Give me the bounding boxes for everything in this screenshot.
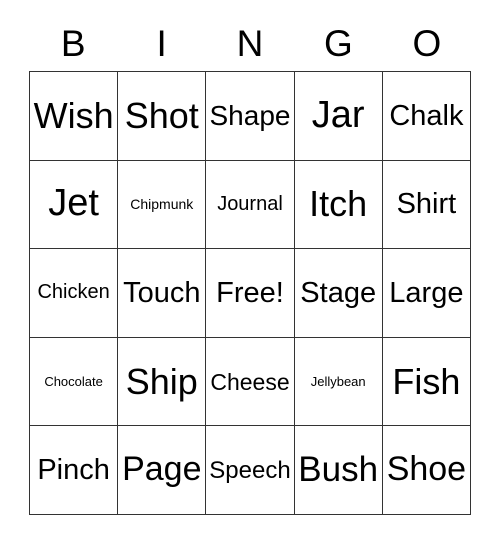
bingo-header: B I N G O bbox=[29, 18, 471, 68]
bingo-card: B I N G O Wish Shot Shape Jar Chalk Jet … bbox=[0, 0, 500, 544]
bingo-cell-label: Fish bbox=[392, 360, 461, 402]
bingo-cell[interactable]: Chicken bbox=[30, 249, 119, 338]
bingo-cell-label: Chicken bbox=[37, 281, 110, 304]
bingo-cell[interactable]: Chalk bbox=[382, 72, 471, 161]
header-letter-n: N bbox=[236, 22, 264, 64]
bingo-cell-label: Shot bbox=[124, 94, 199, 136]
bingo-cell-label: Jar bbox=[311, 93, 365, 136]
bingo-cell-label: Large bbox=[389, 276, 464, 309]
bingo-cell-label: Chipmunk bbox=[130, 196, 194, 213]
bingo-cell[interactable]: Chipmunk bbox=[118, 160, 207, 250]
bingo-cell[interactable]: Shoe bbox=[382, 426, 471, 515]
bingo-cell-label: Free! bbox=[216, 276, 284, 309]
bingo-cell[interactable]: Speech bbox=[206, 426, 295, 515]
bingo-cell[interactable]: Touch bbox=[118, 249, 207, 338]
bingo-cell-label: Page bbox=[122, 450, 202, 489]
header-letter-i: I bbox=[156, 22, 167, 64]
bingo-cell[interactable]: Fish bbox=[382, 337, 471, 427]
bingo-cell-free[interactable]: Free! bbox=[206, 249, 295, 338]
bingo-cell[interactable]: Ship bbox=[118, 337, 207, 427]
bingo-cell-label: Ship bbox=[125, 360, 198, 402]
bingo-cell-label: Cheese bbox=[210, 368, 290, 395]
bingo-cell[interactable]: Bush bbox=[294, 426, 383, 515]
bingo-grid: Wish Shot Shape Jar Chalk Jet Chipmunk J… bbox=[29, 71, 471, 515]
bingo-cell-label: Itch bbox=[309, 183, 368, 225]
bingo-cell[interactable]: Cheese bbox=[206, 337, 295, 427]
bingo-cell-label: Touch bbox=[123, 276, 201, 309]
bingo-cell[interactable]: Pinch bbox=[30, 426, 119, 515]
header-letter-b: B bbox=[60, 22, 86, 64]
bingo-cell-label: Speech bbox=[209, 456, 291, 484]
bingo-cell-label: Journal bbox=[217, 192, 283, 215]
bingo-cell-label: Chocolate bbox=[44, 373, 103, 389]
bingo-cell[interactable]: Shape bbox=[206, 72, 295, 161]
bingo-cell[interactable]: Itch bbox=[294, 160, 383, 250]
bingo-cell[interactable]: Jar bbox=[294, 72, 383, 161]
bingo-cell-label: Stage bbox=[300, 276, 377, 309]
bingo-cell[interactable]: Jet bbox=[30, 160, 119, 250]
bingo-cell-label: Wish bbox=[33, 94, 114, 136]
bingo-cell[interactable]: Chocolate bbox=[30, 337, 119, 427]
bingo-cell-label: Pinch bbox=[37, 453, 110, 486]
bingo-cell[interactable]: Stage bbox=[294, 249, 383, 338]
bingo-cell-label: Jet bbox=[48, 182, 99, 225]
bingo-cell[interactable]: Shirt bbox=[382, 160, 471, 250]
bingo-cell[interactable]: Journal bbox=[206, 160, 295, 250]
bingo-cell-label: Jellybean bbox=[310, 373, 366, 389]
header-letter-o: O bbox=[412, 22, 442, 64]
header-letter-g: G bbox=[324, 22, 353, 64]
bingo-cell-label: Shape bbox=[209, 100, 291, 132]
bingo-cell[interactable]: Page bbox=[118, 426, 207, 515]
bingo-cell[interactable]: Large bbox=[382, 249, 471, 338]
bingo-cell[interactable]: Jellybean bbox=[294, 337, 383, 427]
bingo-cell-label: Shirt bbox=[396, 188, 457, 221]
bingo-cell[interactable]: Shot bbox=[118, 72, 207, 161]
bingo-cell[interactable]: Wish bbox=[30, 72, 119, 161]
bingo-cell-label: Shoe bbox=[386, 450, 467, 489]
bingo-cell-label: Bush bbox=[298, 449, 379, 489]
bingo-cell-label: Chalk bbox=[389, 99, 464, 132]
